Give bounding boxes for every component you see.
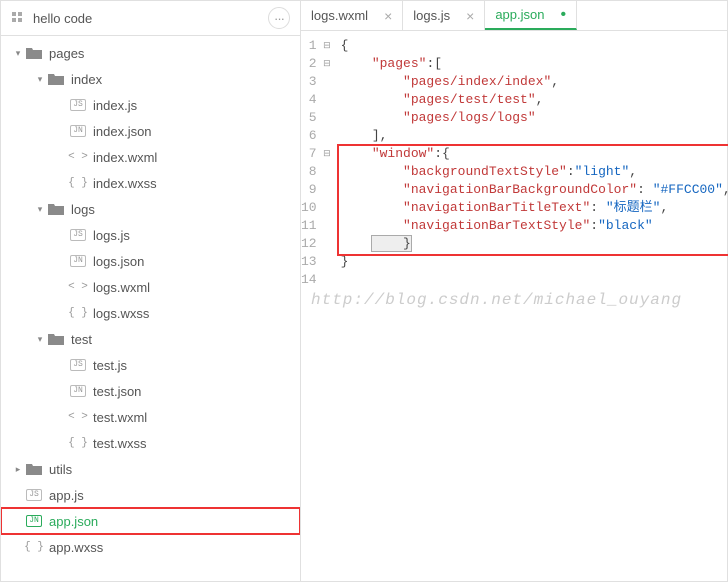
caret-down-icon: ▾ (35, 334, 45, 345)
file-index-wxml[interactable]: < > index.wxml (1, 144, 300, 170)
file-test-wxss[interactable]: { } test.wxss (1, 430, 300, 456)
file-logs-wxss[interactable]: { } logs.wxss (1, 300, 300, 326)
file-label: logs.wxml (93, 280, 150, 295)
file-label: logs.wxss (93, 306, 149, 321)
js-file-icon: JS (69, 358, 87, 372)
file-label: index.wxml (93, 150, 157, 165)
file-logs-js[interactable]: JS logs.js (1, 222, 300, 248)
file-index-wxss[interactable]: { } index.wxss (1, 170, 300, 196)
file-label: index.js (93, 98, 137, 113)
wxss-file-icon: { } (25, 540, 43, 554)
json-file-icon: JN (69, 254, 87, 268)
sidebar: hello code ··· ▾ pages ▾ index JS index.js … (1, 1, 301, 581)
editor-area: logs.wxml × logs.js × app.json • 1⊟ 2⊟ 3 4 … (301, 1, 727, 581)
folder-icon (47, 332, 65, 346)
folder-index[interactable]: ▾ index (1, 66, 300, 92)
tab-logs-wxml[interactable]: logs.wxml × (301, 1, 403, 30)
file-test-json[interactable]: JN test.json (1, 378, 300, 404)
tab-app-json[interactable]: app.json • (485, 1, 577, 30)
json-file-icon: JN (69, 124, 87, 138)
file-label: app.json (49, 514, 98, 529)
file-label: test.js (93, 358, 127, 373)
wxss-file-icon: { } (69, 436, 87, 450)
wxml-file-icon: < > (69, 410, 87, 424)
js-file-icon: JS (69, 98, 87, 112)
file-app-json[interactable]: JN app.json (1, 508, 300, 534)
caret-down-icon: ▾ (13, 48, 23, 59)
file-app-wxss[interactable]: { } app.wxss (1, 534, 300, 560)
folder-logs[interactable]: ▾ logs (1, 196, 300, 222)
code-content[interactable]: { "pages":[ "pages/index/index", "pages/… (337, 31, 728, 581)
folder-icon (47, 202, 65, 216)
tab-label: logs.js (413, 8, 450, 23)
close-icon[interactable]: × (384, 8, 392, 24)
fold-icon[interactable]: ⊟ (321, 55, 331, 73)
file-label: index.wxss (93, 176, 157, 191)
editor-tabs: logs.wxml × logs.js × app.json • (301, 1, 727, 31)
json-file-icon: JN (69, 384, 87, 398)
more-button[interactable]: ··· (268, 7, 290, 29)
wxss-file-icon: { } (69, 176, 87, 190)
file-label: app.js (49, 488, 84, 503)
caret-down-icon: ▾ (35, 74, 45, 85)
file-label: test.wxml (93, 410, 147, 425)
file-index-js[interactable]: JS index.js (1, 92, 300, 118)
project-header: hello code ··· (1, 1, 300, 36)
tab-label: app.json (495, 7, 544, 22)
cursor: } (372, 236, 411, 251)
file-test-js[interactable]: JS test.js (1, 352, 300, 378)
json-file-icon: JN (25, 514, 43, 528)
file-index-json[interactable]: JN index.json (1, 118, 300, 144)
caret-right-icon: ▸ (13, 464, 23, 475)
file-label: test.wxss (93, 436, 146, 451)
folder-label: utils (49, 462, 72, 477)
js-file-icon: JS (25, 488, 43, 502)
file-label: test.json (93, 384, 141, 399)
folder-label: logs (71, 202, 95, 217)
folder-label: test (71, 332, 92, 347)
file-tree: ▾ pages ▾ index JS index.js JN index.json < … (1, 36, 300, 564)
code-editor[interactable]: 1⊟ 2⊟ 3 4 5 6 7⊟ 8 9 10 11 12 13 14 { "p… (301, 31, 727, 581)
fold-icon[interactable]: ⊟ (321, 145, 331, 163)
wxss-file-icon: { } (69, 306, 87, 320)
wxml-file-icon: < > (69, 150, 87, 164)
file-test-wxml[interactable]: < > test.wxml (1, 404, 300, 430)
file-label: logs.js (93, 228, 130, 243)
folder-pages[interactable]: ▾ pages (1, 40, 300, 66)
folder-icon (25, 46, 43, 60)
tab-label: logs.wxml (311, 8, 368, 23)
folder-icon (25, 462, 43, 476)
file-label: logs.json (93, 254, 144, 269)
file-label: app.wxss (49, 540, 103, 555)
project-title: hello code (33, 11, 268, 26)
caret-down-icon: ▾ (35, 204, 45, 215)
file-logs-json[interactable]: JN logs.json (1, 248, 300, 274)
file-app-js[interactable]: JS app.js (1, 482, 300, 508)
js-file-icon: JS (69, 228, 87, 242)
folder-label: pages (49, 46, 84, 61)
line-gutter: 1⊟ 2⊟ 3 4 5 6 7⊟ 8 9 10 11 12 13 14 (301, 31, 337, 581)
folder-test[interactable]: ▾ test (1, 326, 300, 352)
file-logs-wxml[interactable]: < > logs.wxml (1, 274, 300, 300)
file-label: index.json (93, 124, 152, 139)
wxml-file-icon: < > (69, 280, 87, 294)
folder-utils[interactable]: ▸ utils (1, 456, 300, 482)
folder-label: index (71, 72, 102, 87)
fold-icon[interactable]: ⊟ (321, 37, 331, 55)
folder-icon (47, 72, 65, 86)
ide-root: hello code ··· ▾ pages ▾ index JS index.js … (0, 0, 728, 582)
close-icon[interactable]: × (466, 8, 474, 24)
tab-logs-js[interactable]: logs.js × (403, 1, 485, 30)
project-tree-icon (11, 11, 25, 25)
dirty-indicator-icon: • (560, 6, 566, 24)
